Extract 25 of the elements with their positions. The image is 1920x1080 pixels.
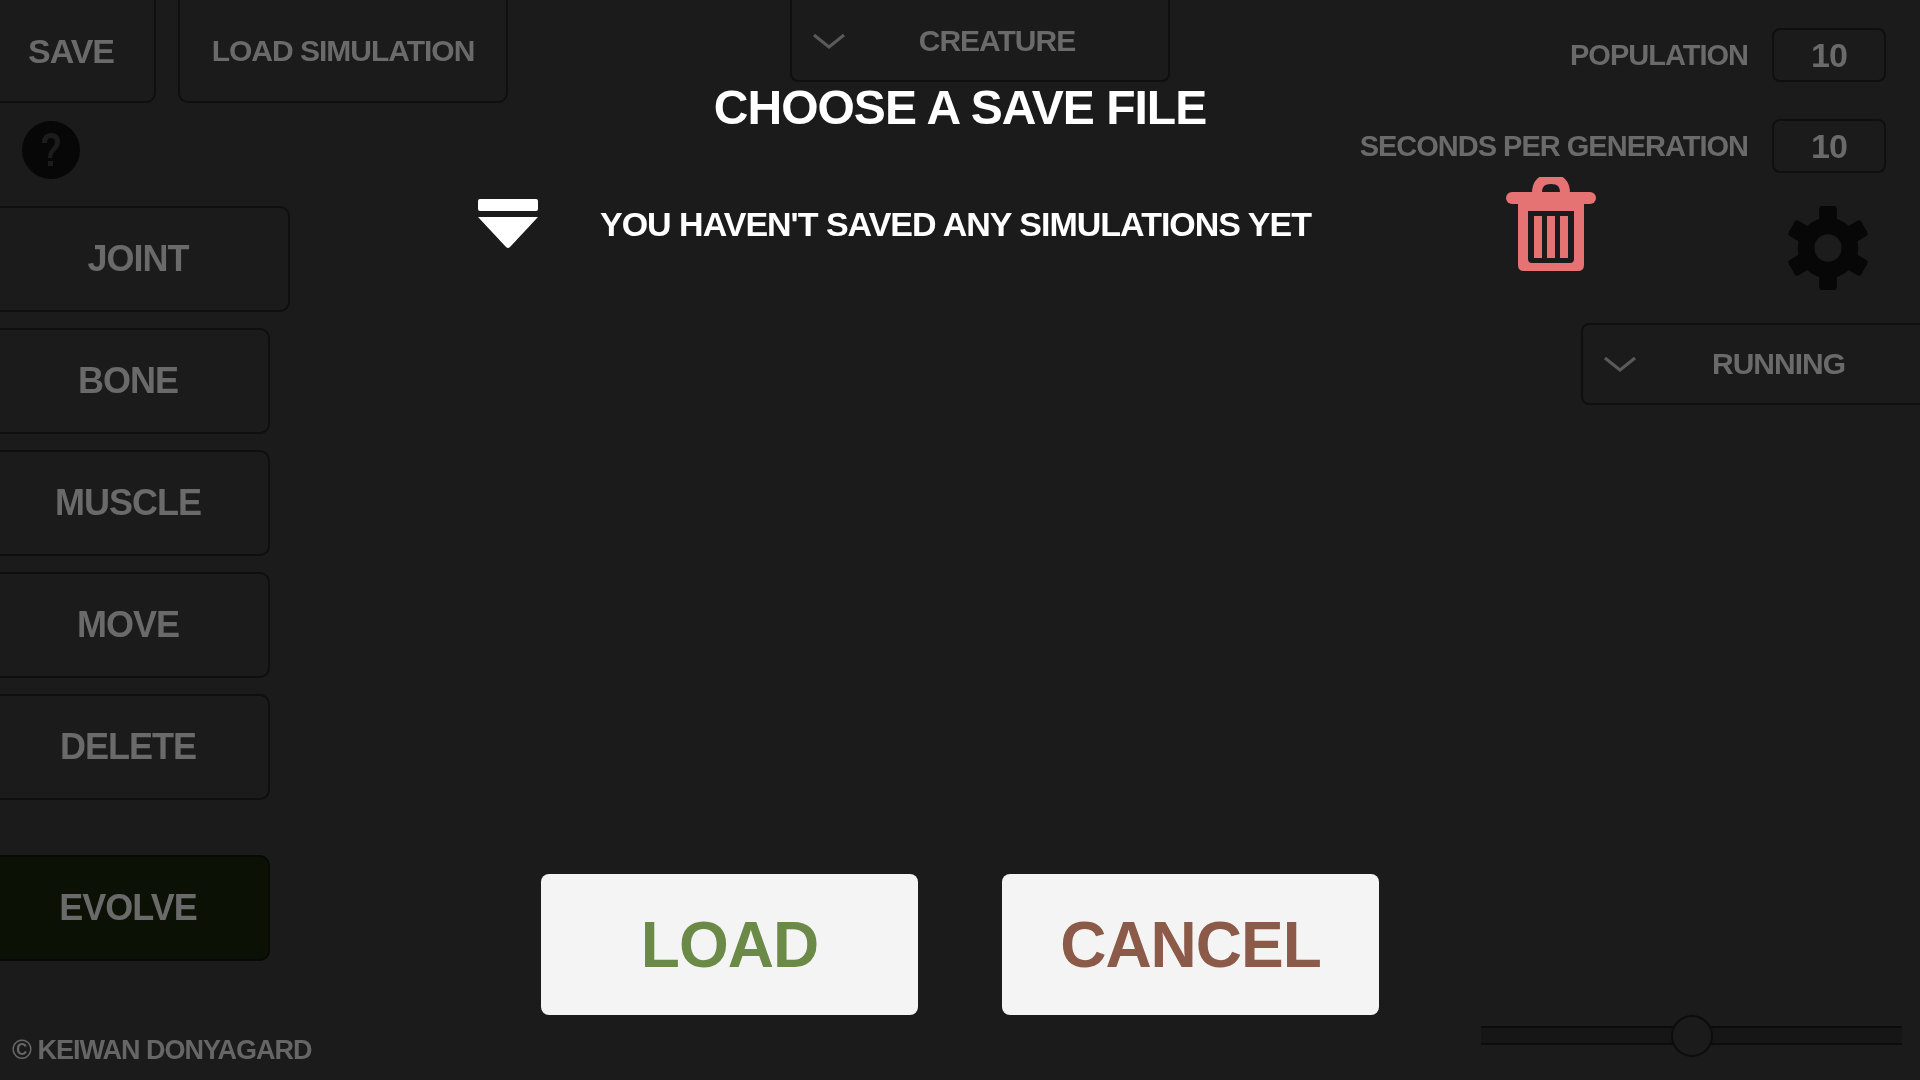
cancel-button[interactable]: CANCEL [1002,874,1379,1015]
trash-icon[interactable] [1506,177,1596,271]
tool-button[interactable]: JOINT [0,206,290,312]
dialog-title: CHOOSE A SAVE FILE [713,80,1207,135]
load-simulation-button[interactable]: LOAD SIMULATION [178,0,508,103]
number-field[interactable]: 10 [1772,119,1886,173]
dropdown-value: RUNNING [1711,347,1846,381]
load-button[interactable]: LOAD [541,874,918,1015]
chevron-icon[interactable] [812,33,846,49]
dropdown-arrow-icon[interactable] [478,199,538,249]
dropdown-value: CREATURE [917,24,1077,58]
save-button[interactable]: SAVE [0,0,156,103]
chevron-icon[interactable] [1603,356,1637,372]
task-dropdown[interactable]: RUNNING [1581,323,1920,405]
setting-label: POPULATION [1570,38,1748,72]
dialog-message: YOU HAVEN'T SAVED ANY SIMULATIONS YET [600,204,1311,244]
tool-button[interactable]: MUSCLE [0,450,270,556]
number-field[interactable]: 10 [1772,28,1886,82]
copyright-text: © KEIWAN DONYAGARD [12,1035,312,1066]
creature-dropdown[interactable]: CREATURE [790,0,1170,82]
tool-button[interactable]: DELETE [0,694,270,800]
tool-button[interactable]: MOVE [0,572,270,678]
tool-button[interactable]: BONE [0,328,270,434]
evolve-button[interactable]: EVOLVE [0,855,270,961]
setting-label: SECONDS PER GENERATION [1359,129,1748,163]
